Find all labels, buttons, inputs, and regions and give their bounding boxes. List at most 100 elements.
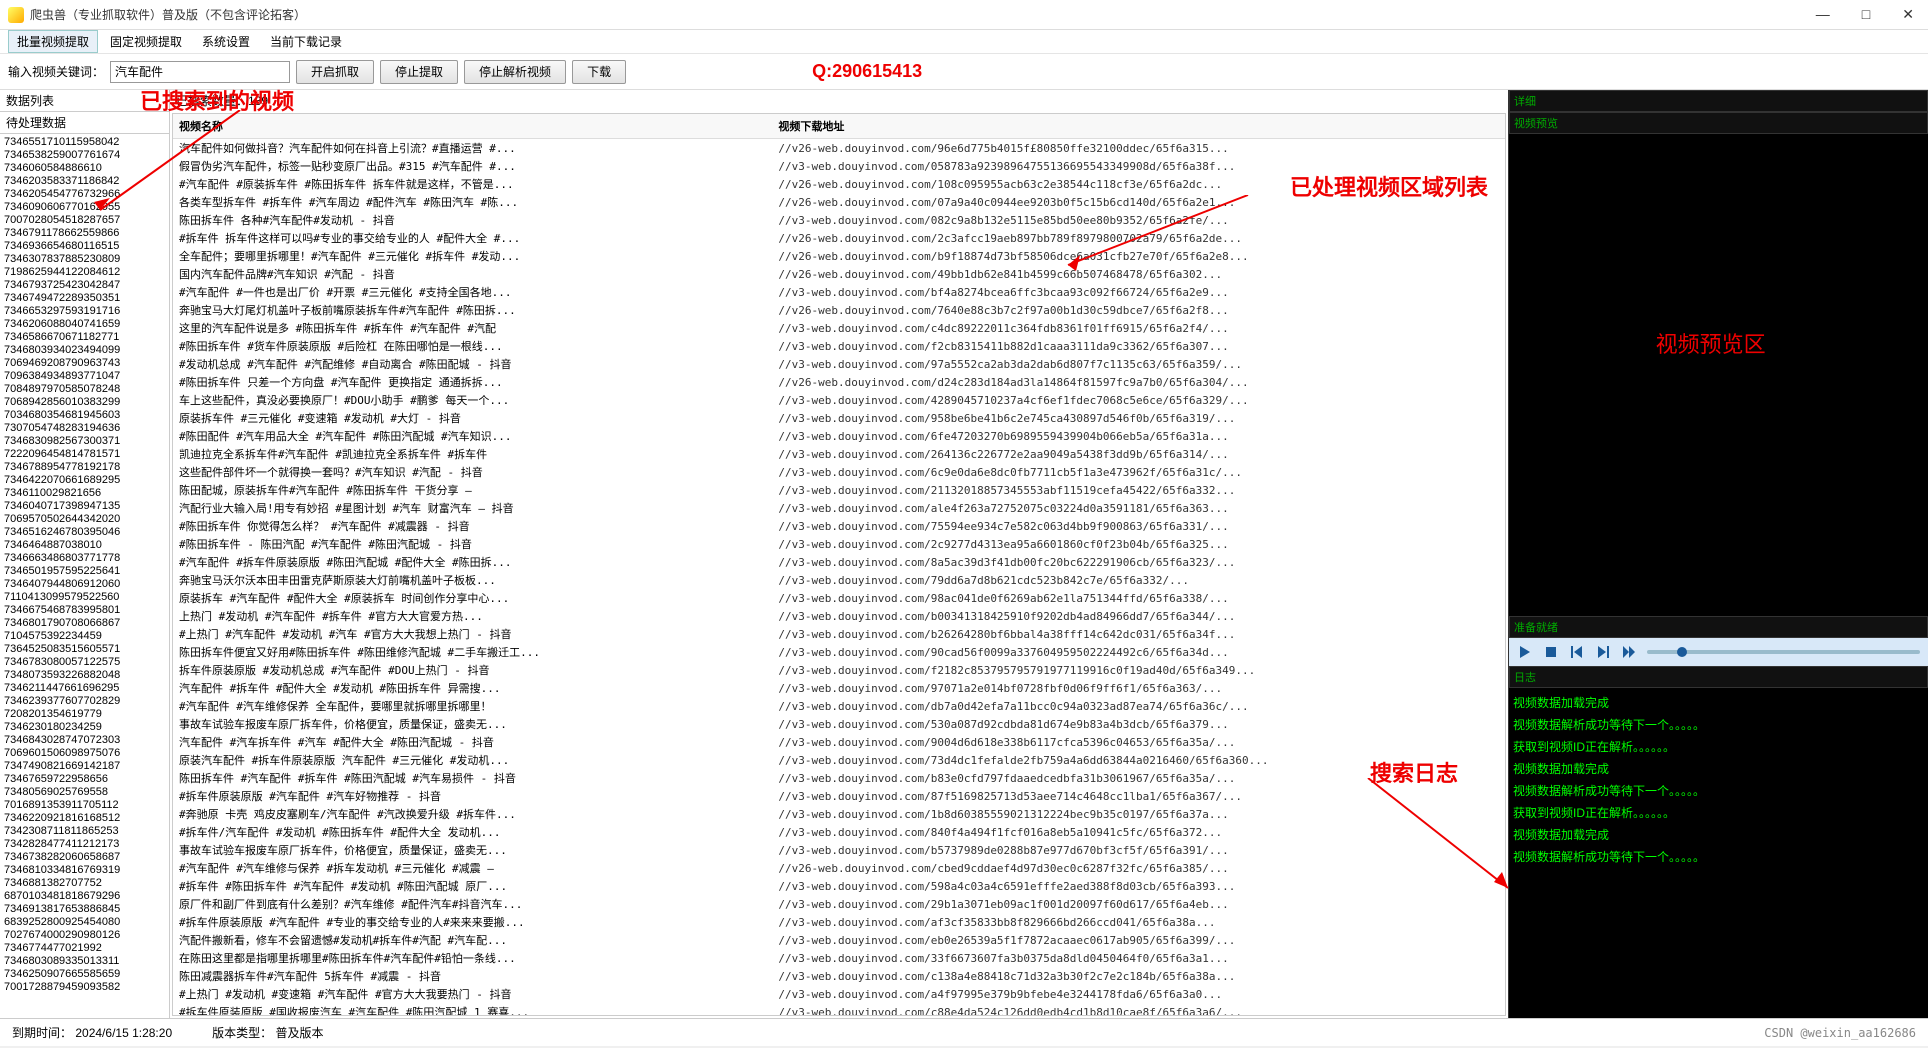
list-item[interactable]: 7346936654680116515 bbox=[4, 240, 165, 253]
list-item[interactable]: 7347490821669142187 bbox=[4, 760, 165, 773]
table-row[interactable]: #上热门 #发动机 #变速箱 #汽车配件 #官方大大我要热门 - 抖音//v3-… bbox=[173, 985, 1505, 1003]
table-row[interactable]: 汽配行业大输入局!用专有妙招 #星图计划 #汽车 财富汽车 — 抖音//v3-w… bbox=[173, 499, 1505, 517]
close-button[interactable]: ✕ bbox=[1896, 4, 1920, 25]
table-row[interactable]: 原装汽车配件 #拆车件原装原版 汽车配件 #三元催化 #发动机...//v3-w… bbox=[173, 751, 1505, 769]
prev-icon[interactable] bbox=[1569, 644, 1585, 660]
list-item[interactable]: 7346501957595225641 bbox=[4, 565, 165, 578]
table-row[interactable]: #拆车件原装原版 #汽车配件 #专业的事交给专业的人#来来来要搬...//v3-… bbox=[173, 913, 1505, 931]
list-item[interactable]: 7007028054518287657 bbox=[4, 214, 165, 227]
table-row[interactable]: 陈田拆车件 各种#汽车配件#发动机 - 抖音//v3-web.douyinvod… bbox=[173, 211, 1505, 229]
list-item[interactable]: 7346830982567300371 bbox=[4, 435, 165, 448]
list-item[interactable]: 7342308711811865253 bbox=[4, 825, 165, 838]
table-row[interactable]: 全车配件；要哪里拆哪里！#汽车配件 #三元催化 #拆车件 #发动...//v26… bbox=[173, 247, 1505, 265]
col-video-name[interactable]: 视频名称 bbox=[173, 114, 772, 139]
list-item[interactable]: 7104575392234459 bbox=[4, 630, 165, 643]
table-row[interactable]: #发动机总成 #汽车配件 #汽配维修 #自动离合 #陈田配城 - 抖音//v3-… bbox=[173, 355, 1505, 373]
stop-icon[interactable] bbox=[1543, 644, 1559, 660]
table-row[interactable]: #拆车件/汽车配件 #发动机 #陈田拆车件 #配件大全 发动机...//v3-w… bbox=[173, 823, 1505, 841]
table-row[interactable]: #上热门 #汽车配件 #发动机 #汽车 #官方大大我想上热门 - 抖音//v3-… bbox=[173, 625, 1505, 643]
list-item[interactable]: 7346464887038010 bbox=[4, 539, 165, 552]
table-row[interactable]: 汽车配件 #汽车拆车件 #汽车 #配件大全 #陈田汽配城 - 抖音//v3-we… bbox=[173, 733, 1505, 751]
table-row[interactable]: #拆车件原装原版 #国收报废汽车 #汽车配件 #陈田汽配城 1 赛喜...//v… bbox=[173, 1003, 1505, 1016]
stop-parse-button[interactable]: 停止解析视频 bbox=[464, 60, 566, 84]
list-item[interactable]: 7346663486803771778 bbox=[4, 552, 165, 565]
list-item[interactable]: 7346422070661689295 bbox=[4, 474, 165, 487]
list-item[interactable]: 7346675468783995801 bbox=[4, 604, 165, 617]
list-item[interactable]: 7346307837885230809 bbox=[4, 253, 165, 266]
keyword-input[interactable] bbox=[110, 61, 290, 83]
table-row[interactable]: #奔驰原 卡壳 鸡皮皮塞刷车/汽车配件 #汽改换爱升级 #拆车件...//v3-… bbox=[173, 805, 1505, 823]
table-row[interactable]: #陈田拆车件 你觉得怎么样？ #汽车配件 #减震器 - 抖音//v3-web.d… bbox=[173, 517, 1505, 535]
table-row[interactable]: 原装拆车 #汽车配件 #配件大全 #原装拆车 时间创作分享中心...//v3-w… bbox=[173, 589, 1505, 607]
minimize-button[interactable]: — bbox=[1810, 4, 1836, 25]
list-item[interactable]: 7346801790708066867 bbox=[4, 617, 165, 630]
table-row[interactable]: 汽车配件 #拆车件 #配件大全 #发动机 #陈田拆车件 异需搜...//v3-w… bbox=[173, 679, 1505, 697]
list-item[interactable]: 7346810334816769319 bbox=[4, 864, 165, 877]
list-item[interactable]: 7346407944806912060 bbox=[4, 578, 165, 591]
list-item[interactable]: 7346749472289350351 bbox=[4, 292, 165, 305]
play-icon[interactable] bbox=[1517, 644, 1533, 660]
list-item[interactable]: 7346239377607702829 bbox=[4, 695, 165, 708]
list-item[interactable]: 7346040717398947135 bbox=[4, 500, 165, 513]
table-row[interactable]: #陈田配件 #汽车用品大全 #汽车配件 #陈田汽配城 #汽车知识...//v3-… bbox=[173, 427, 1505, 445]
list-item[interactable]: 6870103481818679296 bbox=[4, 890, 165, 903]
list-item[interactable]: 7034680354681945603 bbox=[4, 409, 165, 422]
list-item[interactable]: 73467659722958656 bbox=[4, 773, 165, 786]
table-row[interactable]: 国内汽车配件品牌#汽车知识 #汽配 - 抖音//v26-web.douyinvo… bbox=[173, 265, 1505, 283]
start-button[interactable]: 开启抓取 bbox=[296, 60, 374, 84]
list-item[interactable]: 7068942856010383299 bbox=[4, 396, 165, 409]
table-row[interactable]: #陈田拆车件 #货车件原装原版 #后险杠 在陈田哪怕是一根线...//v3-we… bbox=[173, 337, 1505, 355]
table-row[interactable]: #拆车件原装原版 #汽车配件 #汽车好物推荐 - 抖音//v3-web.douy… bbox=[173, 787, 1505, 805]
table-row[interactable]: 假冒伪劣汽车配件，标签一贴秒变原厂出品。#315 #汽车配件 #...//v3-… bbox=[173, 157, 1505, 175]
table-row[interactable]: #汽车配件 #汽车维修与保养 #拆车发动机 #三元催化 #减震 —//v26-w… bbox=[173, 859, 1505, 877]
list-item[interactable]: 7342828477411212173 bbox=[4, 838, 165, 851]
list-item[interactable]: 7346220921816168512 bbox=[4, 812, 165, 825]
table-row[interactable]: 上热门 #发动机 #汽车配件 #拆车件 #官方大大官爱方热...//v3-web… bbox=[173, 607, 1505, 625]
list-item[interactable]: 7027674000290980126 bbox=[4, 929, 165, 942]
menu-batch-extract[interactable]: 批量视频提取 bbox=[8, 30, 98, 53]
table-row[interactable]: 陈田拆车件 #汽车配件 #拆车件 #陈田汽配城 #汽车易损件 - 抖音//v3-… bbox=[173, 769, 1505, 787]
maximize-button[interactable]: □ bbox=[1856, 4, 1876, 25]
list-item[interactable]: 7208201354619779 bbox=[4, 708, 165, 721]
list-item[interactable]: 7346738282060658687 bbox=[4, 851, 165, 864]
table-row[interactable]: 事故车试验车报废车原厂拆车件，价格便宜，质量保证，盛卖无...//v3-web.… bbox=[173, 715, 1505, 733]
list-item[interactable]: 7096384934893771047 bbox=[4, 370, 165, 383]
list-item[interactable]: 7346230180234259 bbox=[4, 721, 165, 734]
list-item[interactable]: 7346843028747072303 bbox=[4, 734, 165, 747]
list-item[interactable]: 7346551710115958042 bbox=[4, 136, 165, 149]
list-item[interactable]: 7346250907665585659 bbox=[4, 968, 165, 981]
table-row[interactable]: #陈田拆车件 只差一个方向盘 #汽车配件 更换指定 通通拆拆...//v26-w… bbox=[173, 373, 1505, 391]
list-item[interactable]: 7346203583371186842 bbox=[4, 175, 165, 188]
table-row[interactable]: 陈田配城，原装拆车件#汽车配件 #陈田拆车件 干货分享 —//v3-web.do… bbox=[173, 481, 1505, 499]
list-item[interactable]: 73480569025769558 bbox=[4, 786, 165, 799]
table-row[interactable]: 奔驰宝马沃尔沃本田丰田雷克萨斯原装大灯前嘴机盖叶子板板...//v3-web.d… bbox=[173, 571, 1505, 589]
list-item[interactable]: 7346774477021992 bbox=[4, 942, 165, 955]
list-item[interactable]: 7346783080057122575 bbox=[4, 656, 165, 669]
list-item[interactable]: 7069570502644342020 bbox=[4, 513, 165, 526]
table-row[interactable]: #拆车件 #陈田拆车件 #汽车配件 #发动机 #陈田汽配城 原厂...//v3-… bbox=[173, 877, 1505, 895]
list-item[interactable]: 7346653297593191716 bbox=[4, 305, 165, 318]
table-row[interactable]: 车上这些配件，真没必要换原厂！#DOU小助手 #鹏爹 每天一个...//v3-w… bbox=[173, 391, 1505, 409]
table-row[interactable]: 这些配件部件坏一个就得换一套吗？#汽车知识 #汽配 - 抖音//v3-web.d… bbox=[173, 463, 1505, 481]
next-icon[interactable] bbox=[1595, 644, 1611, 660]
list-item[interactable]: 7346206088040741659 bbox=[4, 318, 165, 331]
table-row[interactable]: 拆车件原装原版 #发动机总成 #汽车配件 #DOU上热门 - 抖音//v3-we… bbox=[173, 661, 1505, 679]
table-row[interactable]: 各类车型拆车件 #拆车件 #汽车周边 #配件汽车 #陈田汽车 #陈...//v2… bbox=[173, 193, 1505, 211]
list-item[interactable]: 7364525083515605571 bbox=[4, 643, 165, 656]
menu-settings[interactable]: 系统设置 bbox=[194, 31, 258, 52]
seek-slider[interactable] bbox=[1647, 650, 1920, 654]
table-row[interactable]: 在陈田这里都是指哪里拆哪里#陈田拆车件#汽车配件#铅怕一条线...//v3-we… bbox=[173, 949, 1505, 967]
table-row[interactable]: #陈田拆车件 - 陈田汽配 #汽车配件 #陈田汽配城 - 抖音//v3-web.… bbox=[173, 535, 1505, 553]
list-item[interactable]: 7069469208790963743 bbox=[4, 357, 165, 370]
table-row[interactable]: #汽车配件 #拆车件原装原版 #陈田汽配城 #配件大全 #陈田拆...//v3-… bbox=[173, 553, 1505, 571]
list-item[interactable]: 7346205454776732966 bbox=[4, 188, 165, 201]
table-row[interactable]: 陈田拆车件便宜又好用#陈田拆车件 #陈田维修汽配城 #二手车搬迁工...//v3… bbox=[173, 643, 1505, 661]
list-item[interactable]: 7346913817653886845 bbox=[4, 903, 165, 916]
list-item[interactable]: 7346586670671182771 bbox=[4, 331, 165, 344]
list-item[interactable]: 7222096454814781571 bbox=[4, 448, 165, 461]
forward-icon[interactable] bbox=[1621, 644, 1637, 660]
table-row[interactable]: 汽配件搬新看，修车不会留遗憾#发动机#拆车件#汽配 #汽车配...//v3-we… bbox=[173, 931, 1505, 949]
list-item[interactable]: 7346788954778192178 bbox=[4, 461, 165, 474]
download-button[interactable]: 下载 bbox=[572, 60, 626, 84]
menu-download-log[interactable]: 当前下载记录 bbox=[262, 31, 350, 52]
